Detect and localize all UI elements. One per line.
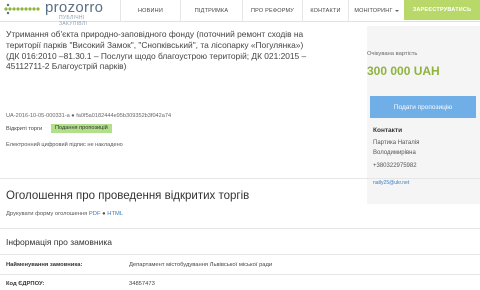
procedure-type: Відкриті торги [6,126,43,132]
section-divider [0,228,480,229]
signature-note: Електронний цифровий підпис не накладено [6,142,123,148]
register-button[interactable]: ЗАРЕЄСТРУВАТИСЬ [404,0,480,20]
row-divider [0,274,480,275]
status-badge: Подання пропозицій [51,124,112,133]
customer-name-label: Найменування замовника: [6,262,83,268]
row-divider [0,254,480,255]
tender-id: UA-2016-10-05-000331-a ● fa0f5a0182444e9… [6,113,172,119]
nav-item-about-reform[interactable]: ПРО РЕФОРМУ [242,0,302,22]
chevron-down-icon [394,10,399,12]
top-navbar: prozorro ПУБЛІЧНІ ЗАКУПІВЛІ НОВИНИ ПІДТР… [0,0,480,27]
submit-proposal-button[interactable]: Подати пропозицію [370,96,476,118]
print-html-link[interactable]: HTML [107,211,123,217]
contacts-title: Контакти [373,127,403,134]
nav-item-news[interactable]: НОВИНИ [120,0,180,22]
customer-edrpou-value: 34857473 [129,281,155,287]
nav-item-label: НОВИНИ [138,8,163,14]
tender-title: Утримання об'єкта природно-заповідного ф… [6,29,307,72]
contact-name-line-2: Володимирівна [373,150,416,156]
announcement-heading: Оголошення про проведення відкритих торг… [6,190,250,202]
nav-item-label: ПІДТРИМКА [194,8,229,14]
print-pdf-link[interactable]: PDF [89,211,101,217]
print-separator: ● [102,211,106,217]
customer-name-value: Департамент містобудування Львівської мі… [129,262,273,268]
nav-item-label: МОНІТОРИНГ [354,8,393,14]
customer-info-heading: Інформація про замовника [6,237,113,247]
customer-edrpou-label: Код ЄДРПОУ: [6,281,45,287]
nav-item-label: ПРО РЕФОРМУ [251,8,294,14]
nav-item-support[interactable]: ПІДТРИМКА [180,0,242,22]
prozorro-logo-mark-icon [4,3,40,15]
contact-name-line-1: Партика Наталія [373,140,420,146]
contact-phone: +380322975982 [373,163,417,169]
print-form-label: Друкувати форму оголошення [6,211,88,217]
print-form-line: Друкувати форму оголошення PDF ● HTML [6,211,123,217]
logo-text: prozorro [45,0,104,16]
expected-value-amount: 300 000 UAH [367,64,440,78]
contact-email-link[interactable]: natly25@ukr.net [373,180,409,186]
prozorro-logo[interactable]: prozorro ПУБЛІЧНІ ЗАКУПІВЛІ [3,0,113,27]
logo-subtitle: ПУБЛІЧНІ ЗАКУПІВЛІ [59,15,88,27]
nav-item-monitoring[interactable]: МОНІТОРИНГ [348,0,404,22]
nav-item-contacts[interactable]: КОНТАКТИ [302,0,348,22]
nav-item-label: КОНТАКТИ [310,8,341,14]
expected-value-label: Очікувана вартість [367,51,418,57]
section-divider [0,178,480,179]
